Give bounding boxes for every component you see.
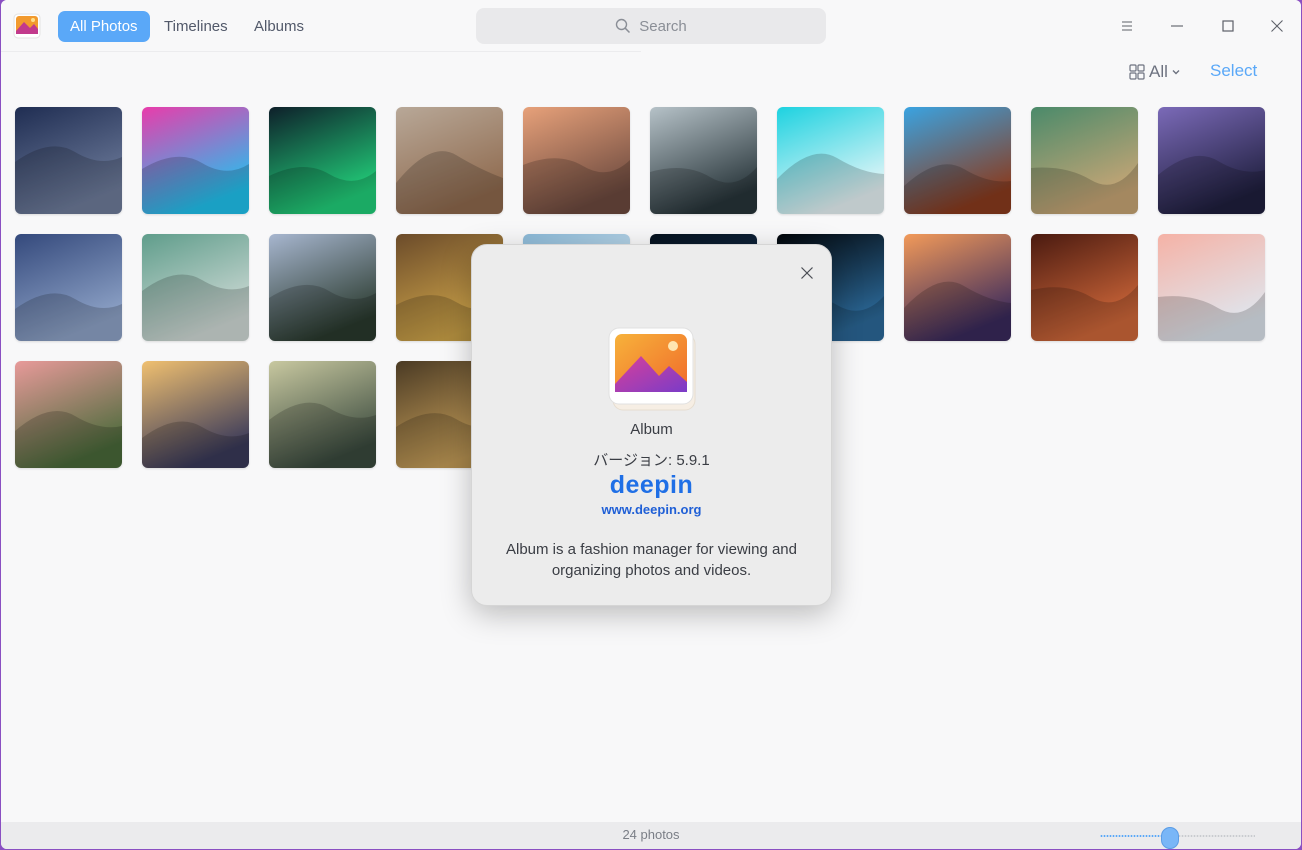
photo-thumbnail[interactable] — [1158, 107, 1265, 214]
album-app-icon — [608, 327, 696, 411]
dialog-close-button[interactable] — [794, 260, 820, 286]
photo-thumbnail[interactable] — [396, 107, 503, 214]
photo-thumbnail[interactable] — [15, 107, 122, 214]
photo-thumbnail[interactable] — [650, 107, 757, 214]
photo-image — [15, 107, 122, 214]
photo-image — [1158, 234, 1265, 341]
close-icon — [801, 267, 813, 279]
grid-view-icon — [1129, 64, 1145, 80]
view-filter-label: All — [1149, 62, 1168, 81]
tab-albums[interactable]: Albums — [242, 11, 316, 42]
photo-thumbnail[interactable] — [142, 107, 249, 214]
close-icon — [1271, 20, 1283, 32]
select-button[interactable]: Select — [1210, 61, 1257, 81]
photo-thumbnail[interactable] — [523, 107, 630, 214]
album-app-icon — [13, 13, 41, 39]
photo-thumbnail[interactable] — [269, 361, 376, 468]
photo-image — [904, 234, 1011, 341]
header-divider — [1, 51, 641, 52]
status-bar: 24 photos — [1, 822, 1301, 849]
deepin-logo: deepin — [609, 471, 694, 499]
dialog-app-name: Album — [630, 421, 673, 438]
maximize-button[interactable] — [1212, 10, 1244, 42]
dialog-description: Album is a fashion manager for viewing a… — [506, 541, 797, 579]
photo-thumbnail[interactable] — [1158, 234, 1265, 341]
menu-button[interactable] — [1111, 10, 1143, 42]
tab-all-photos[interactable]: All Photos — [58, 11, 150, 42]
photo-image — [523, 107, 630, 214]
photo-image — [15, 234, 122, 341]
thumbnail-size-slider[interactable] — [1100, 827, 1255, 849]
website-link[interactable]: www.deepin.org — [472, 502, 831, 517]
photo-thumbnail[interactable] — [15, 234, 122, 341]
album-window: All Photos Timelines Albums Search All S… — [1, 0, 1301, 849]
view-filter-dropdown[interactable]: All — [1129, 62, 1181, 82]
slider-track-empty — [1178, 834, 1255, 838]
minimize-icon — [1171, 25, 1183, 27]
photo-image — [142, 361, 249, 468]
about-dialog: Album バージョン: 5.9.1 deepin www.deepin.org… — [471, 244, 832, 606]
photo-thumbnail[interactable] — [15, 361, 122, 468]
photo-image — [777, 107, 884, 214]
photo-image — [142, 107, 249, 214]
photo-thumbnail[interactable] — [142, 361, 249, 468]
photo-thumbnail[interactable] — [269, 234, 376, 341]
dialog-version: バージョン: 5.9.1 — [593, 452, 710, 469]
photo-thumbnail[interactable] — [777, 107, 884, 214]
tab-timelines[interactable]: Timelines — [152, 11, 240, 42]
menu-icon — [1122, 21, 1132, 31]
search-input[interactable]: Search — [476, 8, 826, 44]
photo-image — [1031, 107, 1138, 214]
photo-thumbnail[interactable] — [904, 234, 1011, 341]
photo-image — [269, 107, 376, 214]
photo-image — [15, 361, 122, 468]
search-placeholder: Search — [639, 17, 687, 35]
close-button[interactable] — [1261, 10, 1293, 42]
minimize-button[interactable] — [1161, 10, 1193, 42]
photo-thumbnail[interactable] — [904, 107, 1011, 214]
photo-thumbnail[interactable] — [1031, 107, 1138, 214]
photo-image — [269, 234, 376, 341]
photo-image — [904, 107, 1011, 214]
photo-thumbnail[interactable] — [1031, 234, 1138, 341]
photo-image — [269, 361, 376, 468]
chevron-down-icon — [1172, 70, 1180, 75]
search-icon — [616, 18, 631, 34]
photo-image — [1158, 107, 1265, 214]
photo-thumbnail[interactable] — [269, 107, 376, 214]
photo-image — [142, 234, 249, 341]
photo-image — [1031, 234, 1138, 341]
photo-thumbnail[interactable] — [142, 234, 249, 341]
title-bar: All Photos Timelines Albums Search — [1, 0, 1301, 52]
slider-handle[interactable] — [1161, 827, 1179, 849]
slider-track-filled — [1100, 834, 1170, 838]
photo-image — [650, 107, 757, 214]
photo-image — [396, 107, 503, 214]
maximize-icon — [1222, 20, 1234, 32]
